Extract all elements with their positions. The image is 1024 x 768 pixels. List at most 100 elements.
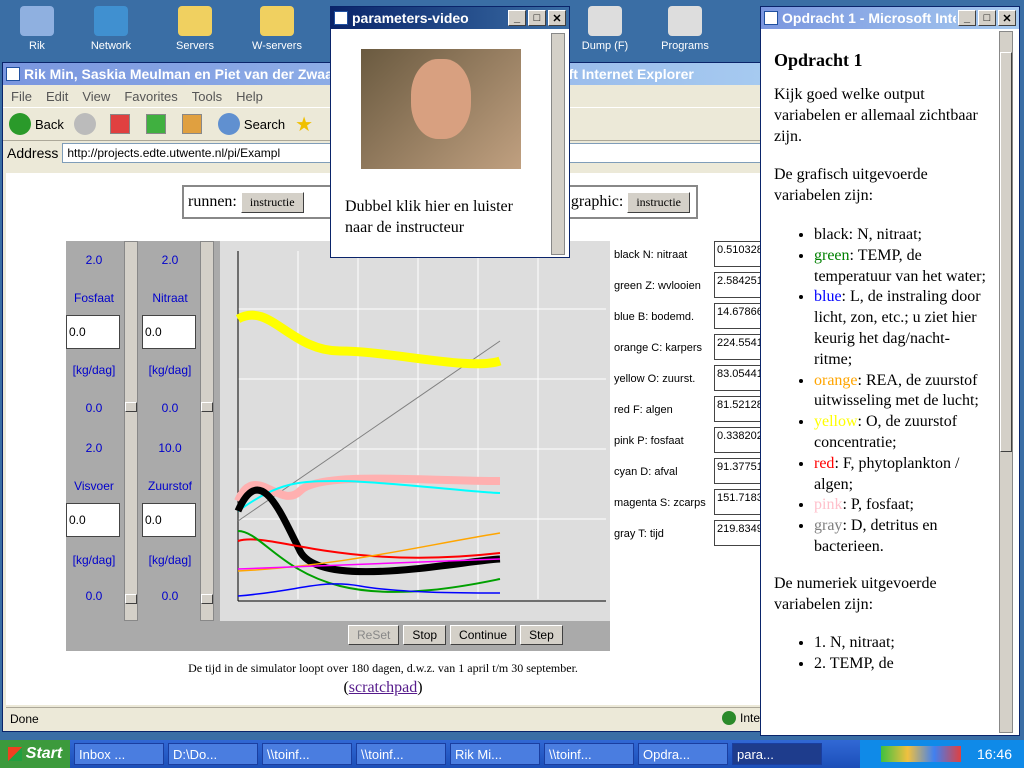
slider-thumb[interactable]: [201, 594, 213, 604]
scratchpad-link[interactable]: scratchpad: [349, 679, 417, 696]
opdracht-titlebar[interactable]: Opdracht 1 - Microsoft Internet Explorer…: [761, 7, 1019, 29]
legend-value: 91.37751: [714, 458, 766, 484]
refresh-button[interactable]: [145, 114, 172, 134]
menu-favorites[interactable]: Favorites: [124, 89, 177, 104]
variable-description: : P, fosfaat;: [842, 496, 914, 514]
ie-icon: [764, 11, 778, 25]
zuurstof-field[interactable]: [142, 503, 196, 537]
legend-value: 83.05441: [714, 365, 766, 391]
nitraat-field[interactable]: [142, 315, 196, 349]
maximize-button[interactable]: □: [528, 10, 546, 26]
task-opdracht[interactable]: Opdra...: [638, 743, 728, 765]
graphic-heading: De grafisch uitgevoerde variabelen zijn:: [774, 166, 928, 205]
legend-row: orange C: karpers 224.5541: [612, 334, 766, 365]
visvoer-field[interactable]: [66, 503, 120, 537]
opdracht-scrollbar[interactable]: [999, 31, 1013, 733]
list-item: 2. TEMP, de: [814, 654, 986, 675]
task-d-drive[interactable]: D:\Do...: [168, 743, 258, 765]
slider-thumb[interactable]: [125, 402, 137, 412]
legend-label: red F: algen: [614, 404, 673, 416]
color-word: blue: [814, 288, 842, 306]
menu-view[interactable]: View: [82, 89, 110, 104]
list-item: orange: REA, de zuurstof uitwisseling me…: [814, 371, 986, 413]
close-button[interactable]: ✕: [548, 10, 566, 26]
instructor-video[interactable]: [361, 49, 521, 169]
desktop-icon-network[interactable]: Network: [76, 6, 146, 52]
scroll-thumb[interactable]: [1000, 52, 1012, 452]
menu-help[interactable]: Help: [236, 89, 263, 104]
home-button[interactable]: [181, 114, 208, 134]
back-arrow-icon: [9, 113, 31, 135]
video-titlebar[interactable]: parameters-video _ □ ✕: [331, 7, 569, 29]
desktop-icon-servers[interactable]: Servers: [160, 6, 230, 52]
slider-thumb[interactable]: [201, 402, 213, 412]
caption: De tijd in de simulator loopt over 180 d…: [188, 661, 578, 675]
minimize-button[interactable]: _: [508, 10, 526, 26]
ie-statusbar: Done Internet: [6, 707, 760, 729]
variable-description: : F, phytoplankton / algen;: [814, 454, 960, 493]
folder-icon: [260, 6, 294, 36]
forward-button[interactable]: [73, 113, 100, 135]
desktop-icon-w-servers[interactable]: W-servers: [242, 6, 312, 52]
legend-value: 81.52128: [714, 396, 766, 422]
stop-load-button[interactable]: [109, 114, 136, 134]
search-icon: [217, 113, 240, 135]
legend-label: magenta S: zcarps: [614, 497, 706, 509]
input-nitraat: 2.0 Nitraat [kg/dag] 0.0 10.0 Zuurstof […: [142, 241, 198, 621]
runnen-instructie-button[interactable]: instructie: [240, 191, 304, 213]
video-instruction: Dubbel klik hier en luister naar de inst…: [345, 198, 513, 236]
slider-col1[interactable]: [124, 241, 138, 621]
slider-col2[interactable]: [200, 241, 214, 621]
task-inbox[interactable]: Inbox ...: [74, 743, 164, 765]
drive-icon: [588, 6, 622, 36]
tray-icons[interactable]: [880, 746, 961, 762]
network-icon: [94, 6, 128, 36]
list-item: green: TEMP, de temperatuur van het wate…: [814, 246, 986, 288]
minimize-button[interactable]: _: [958, 10, 976, 26]
menu-file[interactable]: File: [11, 89, 32, 104]
graphic-instructie-button[interactable]: instructie: [627, 191, 690, 213]
slider-thumb[interactable]: [125, 594, 137, 604]
color-word: gray: [814, 517, 843, 535]
legend-label: orange C: karpers: [614, 342, 703, 354]
task-parameters[interactable]: para...: [732, 743, 822, 765]
list-item: blue: L, de instraling door licht, zon, …: [814, 287, 986, 370]
step-button[interactable]: Step: [520, 625, 563, 645]
task-toinf-1[interactable]: \\toinf...: [262, 743, 352, 765]
reset-button[interactable]: ReSet: [348, 625, 400, 645]
list-item: gray: D, detritus en bacterieen.: [814, 516, 986, 558]
desktop-icon-rik[interactable]: Rik: [2, 6, 72, 52]
favorites-button[interactable]: ★: [295, 112, 313, 137]
stop-icon: [109, 114, 130, 134]
legend-label: blue B: bodemd.: [614, 311, 695, 323]
continue-button[interactable]: Continue: [450, 625, 517, 645]
task-rik[interactable]: Rik Mi...: [450, 743, 540, 765]
computer-icon: [20, 6, 54, 36]
legend-label: yellow O: zuurst.: [614, 373, 696, 385]
legend-row: pink P: fosfaat 0.338202: [612, 427, 766, 458]
search-button[interactable]: Search: [217, 113, 285, 135]
task-toinf-3[interactable]: \\toinf...: [544, 743, 634, 765]
desktop-icon-dump[interactable]: Dump (F): [570, 6, 640, 52]
desktop-icon-programs[interactable]: Programs: [650, 6, 720, 52]
color-word: orange: [814, 371, 858, 389]
maximize-button[interactable]: □: [978, 10, 996, 26]
list-item: pink: P, fosfaat;: [814, 495, 986, 516]
ie-icon: [334, 11, 348, 25]
fosfaat-field[interactable]: [66, 315, 120, 349]
menu-tools[interactable]: Tools: [192, 89, 222, 104]
globe-icon: [722, 711, 736, 725]
menu-edit[interactable]: Edit: [46, 89, 68, 104]
list-item: 1. N, nitraat;: [814, 633, 986, 654]
video-scrollbar[interactable]: [551, 33, 565, 255]
scratchpad-wrapper: (scratchpad): [343, 679, 423, 696]
color-word: black: [814, 225, 849, 243]
back-button[interactable]: Back: [9, 113, 64, 135]
stop-button[interactable]: Stop: [403, 625, 447, 645]
close-button[interactable]: ✕: [998, 10, 1016, 26]
legend-row: black N: nitraat 0.510328: [612, 241, 766, 272]
legend-value: 14.67866: [714, 303, 766, 329]
start-button[interactable]: Start: [0, 740, 70, 768]
task-toinf-2[interactable]: \\toinf...: [356, 743, 446, 765]
legend-value: 219.8349: [714, 520, 766, 546]
